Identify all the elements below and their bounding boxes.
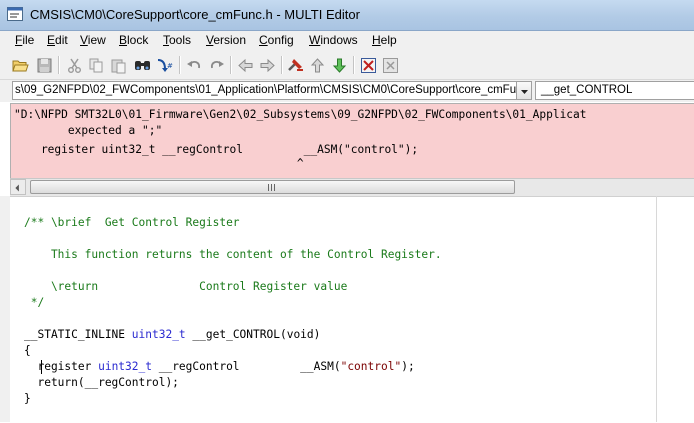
title-bar: CMSIS\CM0\CoreSupport\core_cmFunc.h - MU… (0, 0, 694, 31)
forward-arrow-icon (260, 58, 275, 72)
goto-definition-icon: # (157, 58, 173, 72)
svg-text:#: # (167, 62, 173, 70)
text-cursor (41, 360, 42, 374)
code-line: /** \brief Get Control Register (24, 216, 240, 229)
close-file-button[interactable] (358, 55, 378, 75)
menu-help[interactable]: Help (372, 33, 397, 47)
multi-editor-icon (7, 7, 23, 21)
code-line: register uint32_t __regControl __ASM("co… (24, 360, 415, 373)
copy-icon (89, 58, 102, 72)
find-button[interactable] (132, 55, 152, 75)
back-arrow-icon (237, 58, 252, 72)
grip-icon (268, 184, 275, 191)
toolbar-separator (281, 56, 283, 74)
undo-button[interactable] (184, 55, 204, 75)
build-icon (287, 58, 303, 71)
paste-button[interactable] (108, 55, 128, 75)
right-margin-guide (656, 196, 657, 422)
back-button[interactable] (235, 55, 255, 75)
menu-file[interactable]: File (15, 33, 34, 47)
error-caret: ^ (14, 157, 304, 170)
code-line: __STATIC_INLINE uint32_t __get_CONTROL(v… (24, 328, 321, 341)
paste-icon (111, 59, 125, 73)
code-line: } (24, 392, 31, 405)
code-line: */ (24, 296, 45, 309)
code-line: { (24, 344, 31, 357)
find-icon (134, 60, 150, 70)
cut-button[interactable] (64, 55, 84, 75)
code-line: This function returns the content of the… (24, 248, 442, 261)
toolbar: # (0, 51, 694, 80)
close-all-icon (382, 57, 398, 73)
up-button[interactable] (307, 55, 327, 75)
code-line: \return Control Register value (24, 280, 348, 293)
toolbar-separator (179, 56, 181, 74)
goto-definition-button[interactable]: # (154, 55, 174, 75)
menu-config[interactable]: Config (259, 33, 294, 47)
undo-icon (186, 60, 200, 68)
down-button[interactable] (329, 55, 349, 75)
forward-button[interactable] (257, 55, 277, 75)
file-path-dropdown-button[interactable] (517, 81, 532, 100)
save-button[interactable] (34, 55, 54, 75)
error-pane: "D:\NFPD SMT32L0\01_Firmware\Gen2\02_Sub… (10, 103, 694, 178)
navigation-bar: s\09_G2NFPD\02_FWComponents\01_Applicati… (0, 80, 694, 102)
toolbar-separator (230, 56, 232, 74)
save-icon (37, 58, 51, 72)
toolbar-separator (58, 56, 60, 74)
file-path-combo[interactable]: s\09_G2NFPD\02_FWComponents\01_Applicati… (12, 81, 517, 100)
redo-icon (210, 60, 224, 68)
menu-tools[interactable]: Tools (163, 33, 191, 47)
down-arrow-icon (332, 58, 346, 73)
open-button[interactable] (10, 55, 30, 75)
error-message-line: expected a ";" (14, 124, 163, 137)
error-message-line: "D:\NFPD SMT32L0\01_Firmware\Gen2\02_Sub… (14, 108, 587, 121)
menu-windows[interactable]: Windows (309, 33, 358, 47)
cut-icon (67, 58, 81, 73)
window-title: CMSIS\CM0\CoreSupport\core_cmFunc.h - MU… (30, 7, 360, 22)
chevron-left-icon (15, 184, 19, 192)
redo-button[interactable] (206, 55, 226, 75)
menu-view[interactable]: View (80, 33, 106, 47)
editor-gutter (0, 196, 10, 422)
error-source-line: register uint32_t __regControl __ASM("co… (14, 143, 419, 156)
scroll-left-button[interactable] (10, 179, 26, 195)
toolbar-separator (353, 56, 355, 74)
chevron-down-icon (521, 90, 528, 94)
code-line: return(__regControl); (24, 376, 179, 389)
scroll-thumb[interactable] (30, 180, 515, 194)
open-folder-icon (11, 60, 29, 71)
menu-bar: File Edit View Block Tools Version Confi… (0, 31, 694, 51)
function-combo[interactable]: __get_CONTROL (535, 81, 694, 100)
up-arrow-icon (310, 57, 324, 72)
menu-block[interactable]: Block (119, 33, 148, 47)
menu-edit[interactable]: Edit (47, 33, 68, 47)
menu-version[interactable]: Version (206, 33, 246, 47)
close-file-icon (360, 57, 376, 73)
build-button[interactable] (285, 55, 305, 75)
close-all-button[interactable] (380, 55, 400, 75)
copy-button[interactable] (86, 55, 106, 75)
horizontal-scrollbar[interactable] (10, 178, 694, 196)
